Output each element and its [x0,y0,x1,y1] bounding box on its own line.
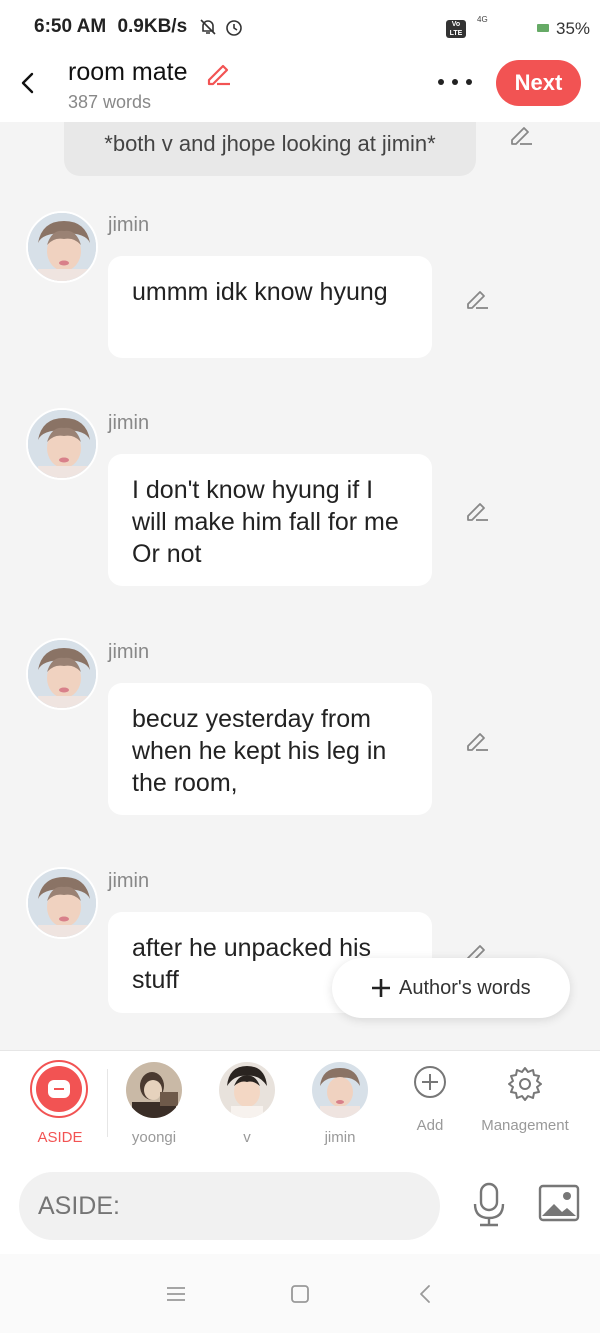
battery-icon [537,24,549,32]
aside-ring [30,1060,88,1118]
avatar [126,1062,182,1118]
title-edit-pencil-icon[interactable] [203,58,233,88]
narration-bubble[interactable]: *both v and jhope looking at jimin* [64,122,476,176]
microphone-icon[interactable] [470,1182,508,1228]
avatar[interactable] [26,408,98,480]
character-bar: ASIDE yoongi v jimin Add Management [0,1050,600,1160]
story-title: room mate [68,58,188,86]
next-button[interactable]: Next [496,60,581,106]
edit-pencil-icon[interactable] [464,286,490,312]
edit-pencil-icon[interactable] [508,122,534,148]
character-aside[interactable]: ASIDE [10,1051,110,1159]
authors-words-button[interactable]: Author's words [332,958,570,1018]
character-yoongi[interactable]: yoongi [104,1051,204,1159]
character-v[interactable]: v [197,1051,297,1159]
authors-words-label: Author's words [399,977,531,999]
character-label: yoongi [131,1129,177,1146]
alarm-icon [225,20,242,36]
character-label: jimin [324,1129,356,1146]
network-speed: 0.9KB/s [117,16,188,37]
status-left: 6:50 AM 0.9KB/s [34,16,244,38]
plus-circle-icon [414,1066,446,1098]
avatar[interactable] [26,211,98,283]
menu-icon[interactable] [164,1282,188,1306]
home-icon[interactable] [288,1282,312,1306]
battery-percent: 35% [556,19,591,38]
aside-input[interactable] [19,1172,440,1240]
aside-circle [36,1066,82,1112]
word-count: 387 words [68,92,152,112]
back-icon[interactable] [414,1282,438,1306]
management-label: Management [481,1117,569,1134]
character-jimin[interactable]: jimin [290,1051,390,1159]
input-bar [0,1158,600,1254]
plus-icon [372,979,390,997]
message-bubble[interactable]: ummm idk know hyung [108,256,432,358]
status-bar: 6:50 AM 0.9KB/s Vo LTE 4G 35% [0,0,600,56]
avatar [312,1062,368,1118]
add-character-button[interactable]: Add [380,1051,480,1159]
management-button[interactable]: Management [475,1051,575,1159]
system-nav-bar [0,1254,600,1333]
back-arrow-icon[interactable] [14,66,42,100]
chat-area[interactable]: *both v and jhope looking at jimin* jimi… [0,122,600,1050]
image-icon[interactable] [538,1184,580,1222]
add-label: Add [416,1117,444,1134]
message-sender: jimin [108,641,150,663]
message-sender: jimin [108,412,150,434]
avatar [219,1062,275,1118]
header: room mate 387 words Next [0,56,600,122]
message-sender: jimin [108,870,150,892]
edit-pencil-icon[interactable] [464,498,490,524]
aside-bubble-icon [48,1080,70,1098]
character-label: v [243,1129,251,1146]
message-sender: jimin [108,214,150,236]
status-time: 6:50 AM [34,16,107,37]
gear-icon [508,1067,542,1101]
avatar[interactable] [26,638,98,710]
avatar[interactable] [26,867,98,939]
aside-label: ASIDE [37,1129,83,1146]
message-bubble[interactable]: I don't know hyung if I will make him fa… [108,454,432,586]
network-type: 4G [477,15,488,24]
volte-icon: Vo LTE [446,20,466,38]
more-dots-icon[interactable] [436,72,474,92]
message-bubble[interactable]: becuz yesterday from when he kept his le… [108,683,432,815]
mute-bell-icon [200,19,216,35]
edit-pencil-icon[interactable] [464,728,490,754]
